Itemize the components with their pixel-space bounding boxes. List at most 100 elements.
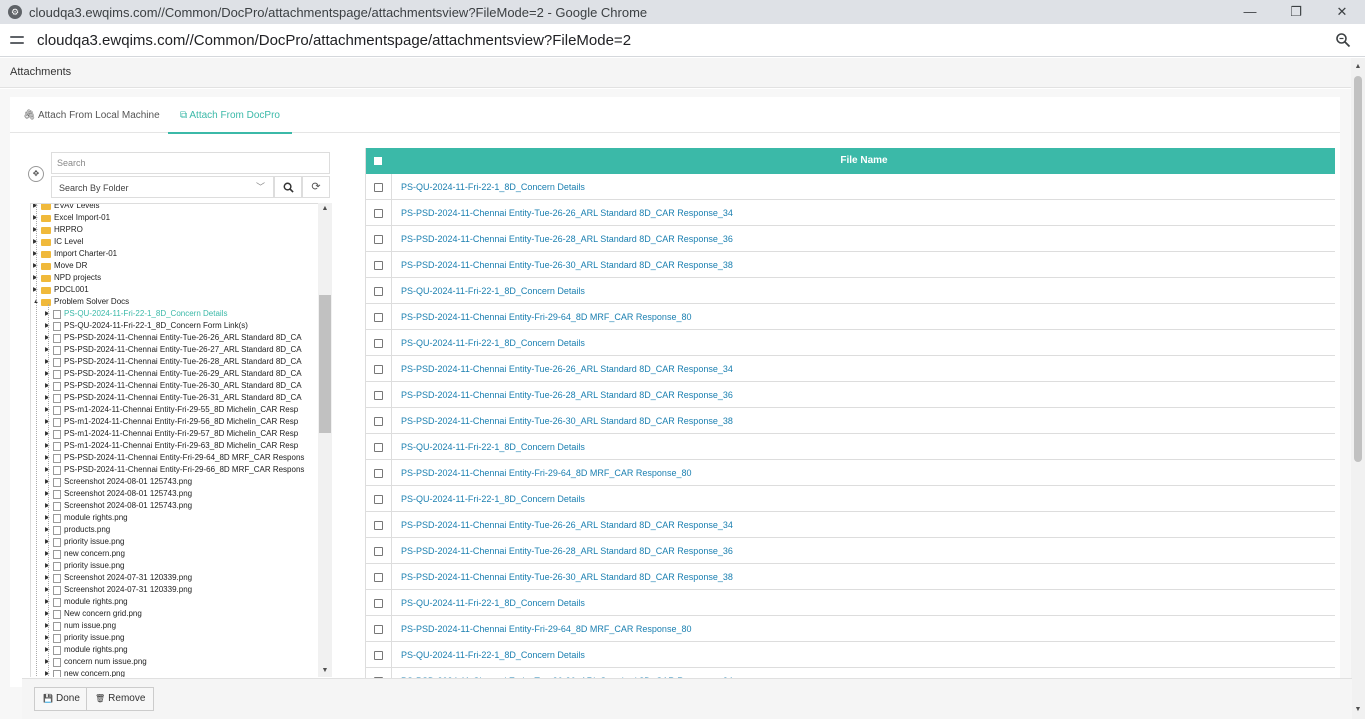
tree-file[interactable]: ▶ Screenshot 2024-07-31 120339.png bbox=[45, 584, 192, 596]
tree-folder[interactable]: ▶ NPD projects bbox=[33, 272, 101, 284]
tree-scrollbar[interactable]: ▲ ▼ bbox=[318, 203, 332, 677]
row-checkbox[interactable] bbox=[374, 573, 383, 582]
table-row[interactable]: PS-QU-2024-11-Fri-22-1_8D_Concern Detail… bbox=[366, 434, 1335, 460]
expand-icon[interactable]: ▶ bbox=[33, 260, 41, 272]
expand-icon[interactable]: ▶ bbox=[33, 212, 41, 224]
table-row[interactable]: PS-PSD-2024-11-Chennai Entity-Fri-29-64_… bbox=[366, 616, 1335, 642]
file-name-link[interactable]: PS-PSD-2024-11-Chennai Entity-Tue-26-26_… bbox=[401, 364, 733, 374]
row-checkbox[interactable] bbox=[374, 651, 383, 660]
tree-file[interactable]: ▶ PS-PSD-2024-11-Chennai Entity-Tue-26-26… bbox=[45, 332, 302, 344]
expand-icon[interactable]: ▶ bbox=[45, 644, 53, 656]
tree-file[interactable]: ▶ new concern.png bbox=[45, 668, 125, 677]
table-row[interactable]: PS-QU-2024-11-Fri-22-1_8D_Concern Detail… bbox=[366, 278, 1335, 304]
tree-folder[interactable]: ▶ EVAV Levels bbox=[33, 204, 100, 212]
file-name-link[interactable]: PS-QU-2024-11-Fri-22-1_8D_Concern Detail… bbox=[401, 338, 585, 348]
table-row[interactable]: PS-PSD-2024-11-Chennai Entity-Tue-26-26_… bbox=[366, 512, 1335, 538]
tree-file[interactable]: ▶ PS-m1-2024-11-Chennai Entity-Fri-29-55_… bbox=[45, 404, 298, 416]
expand-all-icon[interactable]: ✥ bbox=[28, 166, 44, 182]
table-row[interactable]: PS-PSD-2024-11-Chennai Entity-Tue-26-28_… bbox=[366, 538, 1335, 564]
tree-file[interactable]: ▶ PS-PSD-2024-11-Chennai Entity-Tue-26-31… bbox=[45, 392, 302, 404]
row-checkbox[interactable] bbox=[374, 235, 383, 244]
row-checkbox[interactable] bbox=[374, 599, 383, 608]
url-text[interactable]: cloudqa3.ewqims.com//Common/DocPro/attac… bbox=[37, 32, 631, 49]
tree-file[interactable]: ▶ PS-PSD-2024-11-Chennai Entity-Fri-29-66… bbox=[45, 464, 304, 476]
expand-icon[interactable]: ▶ bbox=[45, 572, 53, 584]
tree-file[interactable]: ▶ Screenshot 2024-07-31 120339.png bbox=[45, 572, 192, 584]
tree-file[interactable]: ▶ priority issue.png bbox=[45, 632, 124, 644]
scroll-up-icon[interactable]: ▲ bbox=[1351, 60, 1365, 74]
expand-icon[interactable]: ▶ bbox=[45, 308, 53, 320]
close-button[interactable]: ✕ bbox=[1319, 0, 1365, 24]
tree-file[interactable]: ▶ module rights.png bbox=[45, 512, 128, 524]
row-checkbox[interactable] bbox=[374, 261, 383, 270]
row-checkbox[interactable] bbox=[374, 495, 383, 504]
file-name-link[interactable]: PS-PSD-2024-11-Chennai Entity-Fri-29-64_… bbox=[401, 312, 691, 322]
row-checkbox[interactable] bbox=[374, 625, 383, 634]
table-row[interactable]: PS-PSD-2024-11-Chennai Entity-Tue-26-30_… bbox=[366, 564, 1335, 590]
expand-icon[interactable]: ▶ bbox=[45, 392, 53, 404]
tree-file[interactable]: ▶ Screenshot 2024-08-01 125743.png bbox=[45, 476, 192, 488]
remove-button[interactable]: 🗑 Remove bbox=[86, 687, 155, 711]
table-row[interactable]: PS-PSD-2024-11-Chennai Entity-Fri-29-64_… bbox=[366, 460, 1335, 486]
file-name-link[interactable]: PS-PSD-2024-11-Chennai Entity-Tue-26-26_… bbox=[401, 520, 733, 530]
expand-icon[interactable]: ▶ bbox=[45, 416, 53, 428]
expand-icon[interactable]: ▶ bbox=[45, 404, 53, 416]
expand-icon[interactable]: ▶ bbox=[45, 608, 53, 620]
tree-file[interactable]: ▶ PS-PSD-2024-11-Chennai Entity-Tue-26-27… bbox=[45, 344, 302, 356]
table-row[interactable]: PS-QU-2024-11-Fri-22-1_8D_Concern Detail… bbox=[366, 642, 1335, 668]
file-name-link[interactable]: PS-QU-2024-11-Fri-22-1_8D_Concern Detail… bbox=[401, 286, 585, 296]
tree-file[interactable]: ▶ PS-QU-2024-11-Fri-22-1_8D_Concern Detai… bbox=[45, 308, 227, 320]
expand-icon[interactable]: ▶ bbox=[45, 656, 53, 668]
page-scroll-thumb[interactable] bbox=[1354, 76, 1362, 462]
table-row[interactable]: PS-QU-2024-11-Fri-22-1_8D_Concern Detail… bbox=[366, 330, 1335, 356]
file-name-link[interactable]: PS-PSD-2024-11-Chennai Entity-Tue-26-28_… bbox=[401, 546, 733, 556]
table-row[interactable]: PS-PSD-2024-11-Chennai Entity-Tue-26-28_… bbox=[366, 226, 1335, 252]
expand-icon[interactable]: ▶ bbox=[45, 368, 53, 380]
file-name-link[interactable]: PS-QU-2024-11-Fri-22-1_8D_Concern Detail… bbox=[401, 494, 585, 504]
scroll-down-icon[interactable]: ▼ bbox=[318, 665, 332, 677]
row-checkbox[interactable] bbox=[374, 469, 383, 478]
expand-icon[interactable]: ▶ bbox=[45, 440, 53, 452]
minimize-button[interactable]: — bbox=[1227, 0, 1273, 24]
tree-scroll-thumb[interactable] bbox=[319, 295, 331, 433]
tree-file[interactable]: ▶ PS-m1-2024-11-Chennai Entity-Fri-29-63_… bbox=[45, 440, 298, 452]
expand-icon[interactable]: ▶ bbox=[33, 284, 41, 296]
tree-folder[interactable]: ▶ IC Level bbox=[33, 236, 83, 248]
row-checkbox[interactable] bbox=[374, 521, 383, 530]
expand-icon[interactable]: ▶ bbox=[45, 620, 53, 632]
scroll-up-icon[interactable]: ▲ bbox=[318, 203, 332, 215]
expand-icon[interactable]: ▶ bbox=[33, 248, 41, 260]
tab-attach-local[interactable]: 🖇 Attach From Local Machine bbox=[23, 110, 160, 121]
file-name-link[interactable]: PS-QU-2024-11-Fri-22-1_8D_Concern Detail… bbox=[401, 442, 585, 452]
zoom-icon[interactable] bbox=[1335, 32, 1351, 48]
expand-icon[interactable]: ▶ bbox=[33, 236, 41, 248]
tree-file[interactable]: ▶ concern num issue.png bbox=[45, 656, 147, 668]
tree-file[interactable]: ▶ PS-PSD-2024-11-Chennai Entity-Fri-29-64… bbox=[45, 452, 304, 464]
expand-icon[interactable]: ▶ bbox=[45, 548, 53, 560]
tree-file[interactable]: ▶ new concern.png bbox=[45, 548, 125, 560]
expand-icon[interactable]: ▶ bbox=[45, 320, 53, 332]
tree-file[interactable]: ▶ priority issue.png bbox=[45, 560, 124, 572]
table-row[interactable]: PS-PSD-2024-11-Chennai Entity-Tue-26-28_… bbox=[366, 382, 1335, 408]
file-name-link[interactable]: PS-PSD-2024-11-Chennai Entity-Tue-26-30_… bbox=[401, 260, 733, 270]
tree-file[interactable]: ▶ Screenshot 2024-08-01 125743.png bbox=[45, 488, 192, 500]
row-checkbox[interactable] bbox=[374, 443, 383, 452]
tree-folder[interactable]: ▶ Move DR bbox=[33, 260, 87, 272]
tree-file[interactable]: ▶ PS-PSD-2024-11-Chennai Entity-Tue-26-28… bbox=[45, 356, 302, 368]
search-by-folder-select[interactable]: Search By Folder ﹀ bbox=[51, 176, 274, 198]
tree-file[interactable]: ▶ module rights.png bbox=[45, 596, 128, 608]
page-scrollbar[interactable]: ▲ ▼ bbox=[1351, 58, 1365, 719]
expand-icon[interactable]: ▶ bbox=[45, 668, 53, 677]
file-name-link[interactable]: PS-QU-2024-11-Fri-22-1_8D_Concern Detail… bbox=[401, 650, 585, 660]
refresh-button[interactable]: ⟳ bbox=[302, 176, 330, 198]
table-row[interactable]: PS-PSD-2024-11-Chennai Entity-Tue-26-26_… bbox=[366, 200, 1335, 226]
expand-icon[interactable]: ▶ bbox=[45, 512, 53, 524]
row-checkbox[interactable] bbox=[374, 313, 383, 322]
site-settings-icon[interactable] bbox=[9, 32, 25, 48]
expand-icon[interactable]: ▶ bbox=[45, 488, 53, 500]
tree-folder[interactable]: ▶ PDCL001 bbox=[33, 284, 89, 296]
table-row[interactable]: PS-PSD-2024-11-Chennai Entity-Tue-26-30_… bbox=[366, 252, 1335, 278]
column-header-file-name[interactable]: File Name bbox=[366, 155, 1335, 166]
tree-file[interactable]: ▶ module rights.png bbox=[45, 644, 128, 656]
tree-file[interactable]: ▶ num issue.png bbox=[45, 620, 116, 632]
